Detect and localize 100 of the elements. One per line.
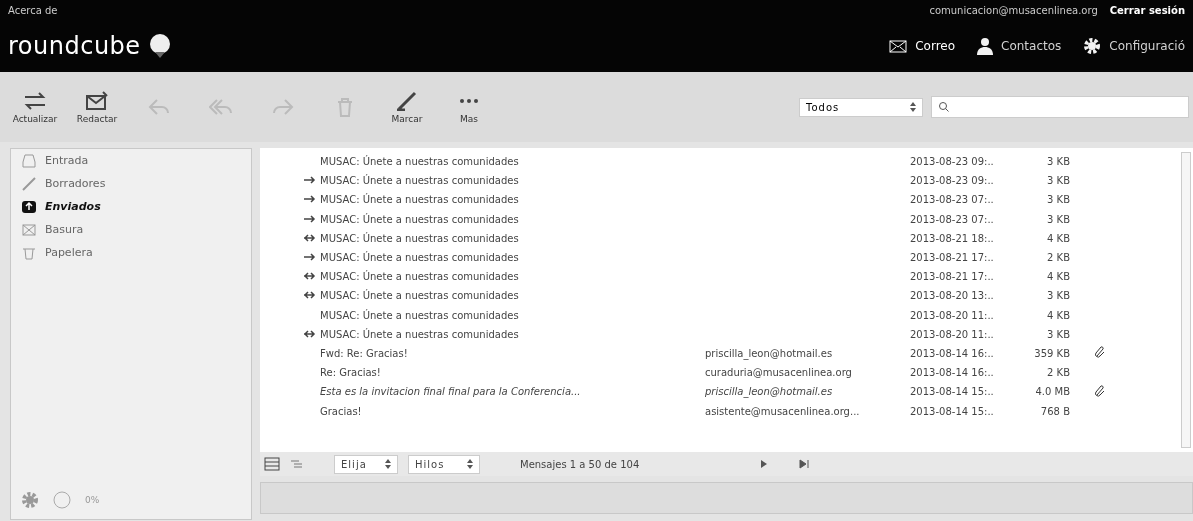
about-link[interactable]: Acerca de [8, 4, 58, 16]
toolbar-button[interactable]: Actualizar [4, 90, 66, 124]
outbox-icon [21, 198, 37, 215]
size-text: 4 KB [1046, 271, 1070, 283]
date-text: 2013-08-20 11:.. [910, 328, 995, 340]
threads-dropdown[interactable]: Hilos [408, 454, 480, 474]
select-dropdown[interactable]: Elija [334, 454, 398, 474]
message-row[interactable]: MUSAC: Únete a nuestras comunidades 2013-08-20 11:.. 3 KB [260, 324, 1193, 344]
size-text: 3 KB [1046, 290, 1070, 302]
date-text: 2013-08-23 09:.. [910, 175, 995, 187]
message-row[interactable]: MUSAC: Únete a nuestras comunidades 2013-08-21 17:.. 2 KB [260, 247, 1193, 268]
toolbar-button[interactable]: Marcar [376, 90, 438, 124]
message-row[interactable]: Esta es la invitacion final final para la Conferencia... priscilla_leon@hotmail.es 2013-08-14 15:.. 4.0 MB [260, 382, 1193, 402]
date-text: 2013-08-14 16:.. [910, 367, 995, 379]
size-text: 3 KB [1046, 156, 1070, 168]
date-text: 2013-08-23 09:.. [910, 156, 995, 168]
double-arrow-icon [304, 233, 316, 242]
date-text: 2013-08-20 13:.. [910, 290, 995, 302]
forward-arrow-icon [304, 195, 316, 204]
forward-arrow-icon [304, 253, 316, 262]
updown-arrows-icon [467, 459, 473, 469]
scrollbar[interactable] [1181, 152, 1191, 448]
message-row[interactable]: MUSAC: Únete a nuestras comunidades 2013-08-20 13:.. 3 KB [260, 286, 1193, 306]
last-page-icon[interactable] [799, 459, 812, 469]
list-options-icon[interactable] [264, 457, 280, 471]
forward-icon [271, 97, 295, 117]
threads-icon[interactable] [290, 458, 304, 470]
date-text: 2013-08-21 17:.. [910, 271, 995, 283]
size-text: 3 KB [1046, 328, 1070, 340]
folder-item[interactable]: Borradores [11, 172, 251, 195]
user-email: comunicacion@musacenlinea.org [929, 4, 1098, 16]
nav-tab[interactable]: Correo [889, 39, 956, 53]
size-text: 4 KB [1046, 232, 1070, 244]
forward-arrow-icon [304, 176, 316, 185]
date-text: 2013-08-14 16:.. [910, 347, 995, 359]
updown-arrows-icon [385, 459, 391, 469]
folder-item[interactable]: Enviados [11, 195, 251, 218]
recipient-text: asistente@musacenlinea.org... [705, 405, 860, 417]
double-arrow-icon [304, 272, 316, 281]
subject-text: Gracias! [320, 405, 363, 417]
recipient-text: priscilla_leon@hotmail.es [705, 386, 833, 398]
quota-text: 0% [85, 495, 100, 505]
arrows-icon [23, 90, 47, 111]
folder-item[interactable]: Papelera [11, 241, 251, 264]
folder-item[interactable]: Basura [11, 218, 251, 241]
subject-text: Fwd: Re: Gracias! [320, 347, 409, 359]
recipient-text: curaduria@musacenlinea.org [705, 367, 852, 379]
toolbar-button[interactable]: Redactar [66, 90, 128, 124]
logout-link[interactable]: Cerrar sesión [1109, 4, 1185, 16]
dots-icon [460, 98, 478, 103]
quota-circle-icon [53, 491, 71, 509]
search-field[interactable] [931, 96, 1189, 118]
size-text: 4 KB [1046, 309, 1070, 321]
subject-text: MUSAC: Únete a nuestras comunidades [320, 156, 520, 168]
pencil-icon [21, 175, 37, 192]
toolbar-button[interactable]: Mas [438, 90, 500, 124]
recipient-text: priscilla_leon@hotmail.es [705, 347, 833, 359]
search-icon [938, 101, 950, 113]
paperclip-icon [1095, 384, 1105, 397]
date-text: 2013-08-20 11:.. [910, 309, 995, 321]
subject-text: MUSAC: Únete a nuestras comunidades [320, 271, 520, 283]
nav-tab[interactable]: Contactos [977, 37, 1062, 55]
message-row[interactable]: MUSAC: Únete a nuestras comunidades 2013-08-20 11:.. 4 KB [260, 305, 1193, 325]
message-count: Mensajes 1 a 50 de 104 [520, 458, 640, 470]
envelope-icon [889, 39, 908, 53]
folder-item[interactable]: Entrada [11, 149, 251, 172]
message-row[interactable]: MUSAC: Únete a nuestras comunidades 2013-08-23 07:.. 3 KB [260, 209, 1193, 229]
message-row[interactable]: MUSAC: Únete a nuestras comunidades 2013-08-23 07:.. 3 KB [260, 190, 1193, 210]
junk-icon [21, 221, 37, 238]
subject-text: MUSAC: Únete a nuestras comunidades [320, 309, 520, 321]
message-row[interactable]: MUSAC: Únete a nuestras comunidades 2013-08-23 09:.. 3 KB [260, 152, 1193, 172]
inbox-icon [21, 152, 37, 169]
subject-text: Re: Gracias! [320, 367, 382, 379]
message-row[interactable]: Gracias! asistente@musacenlinea.org... 2013-08-14 15:.. 768 B [260, 401, 1193, 421]
subject-text: MUSAC: Únete a nuestras comunidades [320, 252, 520, 264]
subject-text: MUSAC: Únete a nuestras comunidades [320, 232, 520, 244]
subject-text: MUSAC: Únete a nuestras comunidades [320, 194, 520, 206]
message-row[interactable]: MUSAC: Únete a nuestras comunidades 2013-08-21 18:.. 4 KB [260, 228, 1193, 248]
subject-text: Esta es la invitacion final final para la Conferencia... [320, 386, 582, 398]
message-row[interactable]: MUSAC: Únete a nuestras comunidades 2013-08-23 09:.. 3 KB [260, 171, 1193, 191]
message-row[interactable]: MUSAC: Únete a nuestras comunidades 2013-08-21 17:.. 4 KB [260, 267, 1193, 287]
double-arrow-icon [304, 329, 316, 338]
size-text: 4.0 MB [1034, 386, 1070, 398]
nav-tab[interactable]: Configuració [1083, 37, 1185, 55]
filter-select[interactable]: Todos [799, 97, 923, 117]
message-row[interactable]: Re: Gracias! curaduria@musacenlinea.org 2013-08-14 16:.. 2 KB [260, 363, 1193, 383]
size-text: 359 KB [1033, 347, 1070, 359]
size-text: 2 KB [1046, 252, 1070, 264]
reply-all-icon [209, 97, 233, 117]
paperclip-icon [1095, 346, 1105, 359]
envelope-icon [85, 90, 109, 111]
gear-icon [21, 491, 39, 509]
date-text: 2013-08-14 15:.. [910, 405, 995, 417]
date-text: 2013-08-21 17:.. [910, 252, 995, 264]
person-icon [977, 37, 994, 55]
message-row[interactable]: Fwd: Re: Gracias! priscilla_leon@hotmail.es 2013-08-14 16:.. 359 KB [260, 343, 1193, 364]
subject-text: MUSAC: Únete a nuestras comunidades [320, 290, 520, 302]
size-text: 3 KB [1046, 194, 1070, 206]
logo: roundcube [8, 32, 141, 60]
date-text: 2013-08-23 07:.. [910, 194, 995, 206]
